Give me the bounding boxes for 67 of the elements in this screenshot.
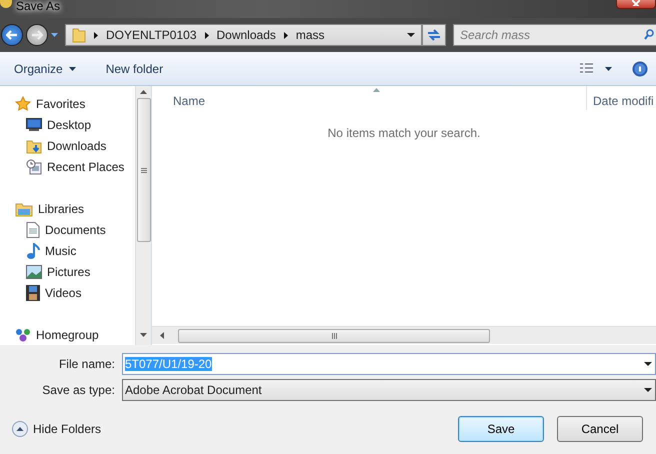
- sidebar-item[interactable]: Recent Places: [0, 156, 135, 177]
- field-label: Save as type:: [41, 383, 116, 397]
- forward-button[interactable]: [26, 24, 48, 46]
- caret-icon: [68, 66, 76, 70]
- hide-folders-button[interactable]: Hide Folders: [6, 420, 108, 438]
- caret-icon[interactable]: [407, 33, 415, 37]
- sidebar-group[interactable]: Homegroup: [0, 324, 135, 345]
- folder-icon: [72, 27, 86, 43]
- folder-icon: [26, 138, 42, 154]
- caret-icon[interactable]: [644, 362, 652, 366]
- app-icon: [0, 0, 12, 8]
- sidebar-group[interactable]: Libraries: [0, 198, 135, 219]
- chevron-right-icon[interactable]: [94, 32, 98, 38]
- scroll-down-icon[interactable]: [140, 333, 147, 337]
- caret-icon: [644, 388, 652, 392]
- clock-document-icon: [26, 158, 42, 174]
- scroll-left-icon[interactable]: [160, 332, 164, 339]
- sidebar-group[interactable]: Favorites: [0, 93, 135, 114]
- chevron-up-icon: [12, 421, 28, 437]
- sort-arrow-icon: [373, 88, 380, 92]
- new-folder-button[interactable]: New folder: [102, 58, 168, 78]
- grip-icon: [332, 332, 336, 338]
- address-bar[interactable]: DOYENLTP0103 Downloads mass: [65, 24, 422, 46]
- caret-icon: [605, 66, 612, 70]
- sidebar-item[interactable]: Documents: [0, 219, 135, 240]
- refresh-button[interactable]: [422, 24, 446, 46]
- landscape-icon: [26, 264, 42, 278]
- arrow-right-icon: [31, 30, 43, 40]
- column-header[interactable]: Date modifi: [586, 86, 656, 110]
- sidebar-item[interactable]: Music: [0, 240, 135, 261]
- document-icon: [26, 222, 40, 238]
- people-icon: [15, 326, 31, 342]
- scroll-up-icon[interactable]: [140, 90, 147, 94]
- search-icon: [644, 29, 654, 41]
- dialog-button[interactable]: Save: [458, 416, 544, 442]
- vertical-scrollbar[interactable]: [135, 86, 151, 345]
- star-icon: [15, 96, 31, 112]
- organize-button[interactable]: Organize: [10, 58, 80, 78]
- grip-icon: [140, 168, 146, 172]
- field-label: File name:: [58, 357, 116, 371]
- chevron-right-icon[interactable]: [204, 32, 208, 38]
- chevron-right-icon[interactable]: [284, 32, 288, 38]
- empty-message: No items match your search.: [328, 126, 480, 140]
- arrow-left-icon: [6, 30, 18, 40]
- breadcrumb[interactable]: mass: [296, 28, 325, 42]
- window-title: Save As: [16, 0, 60, 12]
- search-field[interactable]: Search mass: [453, 24, 656, 46]
- film-strip-icon: [26, 284, 40, 300]
- list-view-icon: [580, 63, 593, 74]
- close-button[interactable]: [616, 0, 656, 9]
- sidebar-item[interactable]: Desktop: [0, 114, 135, 135]
- back-button[interactable]: [1, 24, 23, 46]
- refresh-arrows-icon: [427, 29, 441, 41]
- help-icon[interactable]: [632, 60, 648, 76]
- file-type-dropdown[interactable]: Adobe Acrobat Document: [122, 379, 656, 401]
- breadcrumb[interactable]: DOYENLTP0103: [106, 28, 196, 42]
- close-icon: [632, 0, 640, 6]
- breadcrumb[interactable]: Downloads: [216, 28, 276, 42]
- dialog-button[interactable]: Cancel: [557, 416, 643, 442]
- column-header[interactable]: Name: [173, 94, 586, 110]
- sidebar-item[interactable]: Videos: [0, 282, 135, 303]
- monitor-icon: [26, 118, 42, 132]
- sidebar-item[interactable]: Pictures: [0, 261, 135, 282]
- music-note-icon: [26, 242, 40, 258]
- horizontal-scrollbar[interactable]: [152, 326, 656, 344]
- library-folder-icon: [15, 200, 33, 216]
- sidebar-item[interactable]: Downloads: [0, 135, 135, 156]
